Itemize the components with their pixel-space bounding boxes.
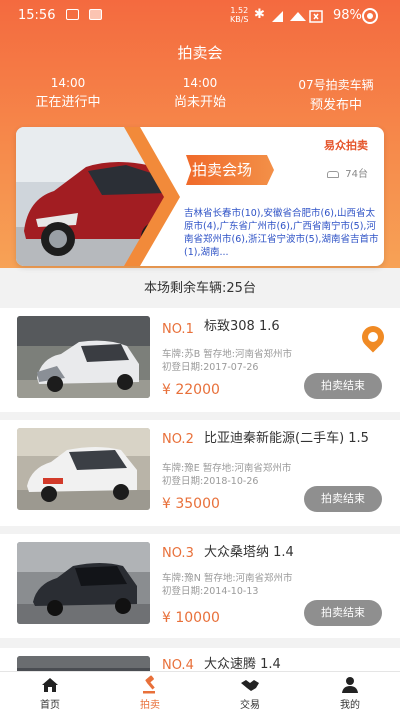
status-bar: 15:56 1.52 KB/S ✱ 98% [0,0,400,30]
vehicle-name: 大众速腾 1.4 [204,657,281,672]
vehicle-name: 大众桑塔纳 1.4 [204,545,294,560]
signal-wifi-icon [272,10,323,23]
vehicle-photo [17,316,150,398]
stat-pre-release[interactable]: 07号拍卖车辆 预发布中 [276,76,396,113]
bluetooth-icon: ✱ [254,7,265,22]
lot-number: NO.4 [162,658,194,672]
nav-label: 首页 [40,700,60,711]
nav-label: 拍卖 [140,700,160,711]
registration-date: 初登日期:2018-10-26 [162,476,259,487]
nav-home[interactable]: 首页 [0,672,100,711]
venue-badge: 拍卖会场 [186,155,274,185]
stat-time: 14:00 [182,76,218,90]
vehicle-name: 标致308 1.6 [204,319,280,334]
vehicle-card[interactable]: NO.3 大众桑塔纳 1.4 车牌:豫N 暂存地:河南省郑州市 初登日期:201… [0,534,400,638]
page-title: 拍卖会 [177,44,223,62]
lot-number: NO.3 [162,546,194,561]
remaining-vehicles: 本场剩余车辆:25台 [144,281,256,296]
gallery-icon [89,9,102,20]
auction-ended-button[interactable]: 拍卖结束 [304,600,382,626]
stat-label: 尚未开始 [173,95,226,110]
nav-label: 我的 [340,700,360,711]
nav-auction[interactable]: 拍卖 [100,672,200,711]
lot-number: NO.2 [162,432,194,447]
vehicle-card[interactable]: NO.2 比亚迪秦新能源(二手车) 1.5 车牌:豫E 暂存地:河南省郑州市 初… [0,420,400,526]
bottom-nav: 首页 拍卖 交易 我的 [0,671,400,711]
stat-not-started[interactable]: 14:00 尚未开始 [140,76,260,110]
registration-date: 初登日期:2014-10-13 [162,586,259,597]
vehicle-photo [17,656,150,672]
price: ¥ 10000 [162,610,220,626]
nav-label: 交易 [240,700,260,711]
vehicle-card[interactable]: NO.1 标致308 1.6 车牌:苏B 暂存地:河南省郑州市 初登日期:201… [0,308,400,412]
vehicle-count-value: 74台 [345,169,368,180]
car-icon [327,170,340,178]
net-speed-unit: KB/S [230,15,249,24]
stat-time: 07号拍卖车辆 [298,78,374,92]
net-speed-value: 1.52 [230,6,249,15]
plate-location: 车牌:豫E 暂存地:河南省郑州市 [162,463,292,474]
gavel-icon [143,675,155,694]
registration-date: 初登日期:2017-07-26 [162,362,259,373]
stat-in-progress[interactable]: 14:00 正在进行中 [8,76,128,110]
auction-ended-button[interactable]: 拍卖结束 [304,373,382,399]
auction-ended-button[interactable]: 拍卖结束 [304,486,382,512]
vehicle-card[interactable]: NO.4 大众速腾 1.4 [0,648,400,672]
nav-mine[interactable]: 我的 [300,672,400,711]
person-icon [342,677,358,693]
banner-car-photo [16,127,186,266]
lot-number: NO.1 [162,322,194,337]
price: ¥ 22000 [162,382,220,398]
price: ¥ 35000 [162,496,220,512]
plate-location: 车牌:豫N 暂存地:河南省郑州市 [162,573,293,584]
status-time: 15:56 [18,8,56,23]
notification-icon [66,9,79,20]
auction-venue-banner[interactable]: 拍卖会场 易众拍卖 74台 吉林省长春市(10),安徽省合肥市(6),山西省太原… [16,127,384,266]
stat-time: 14:00 [50,76,86,90]
stat-label: 正在进行中 [35,95,101,110]
plate-location: 车牌:苏B 暂存地:河南省郑州市 [162,349,292,360]
city-list: 吉林省长春市(10),安徽省合肥市(6),山西省太原市(4),广东省广州市(6)… [184,208,379,258]
vehicle-count: 74台 [327,165,368,180]
home-icon [42,678,58,692]
battery-ring-icon [362,8,378,24]
net-speed: 1.52 KB/S [230,6,249,24]
vehicle-photo [17,542,150,624]
vehicle-name: 比亚迪秦新能源(二手车) 1.5 [204,431,369,446]
nav-trade[interactable]: 交易 [200,672,300,711]
battery-level: 98% [333,8,362,23]
handshake-icon [241,680,259,691]
vehicle-photo [17,428,150,510]
brand-logo: 易众拍卖 [324,139,368,152]
stat-label: 预发布中 [309,98,362,113]
